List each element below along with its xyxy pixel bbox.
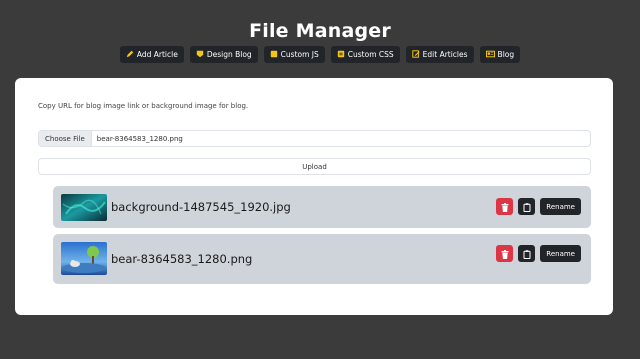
copy-url-button[interactable] bbox=[518, 197, 536, 216]
nav-bar: Add Article Design Blog Custom JS Custom… bbox=[0, 46, 640, 63]
pencil-icon bbox=[126, 50, 134, 60]
trash-icon bbox=[501, 197, 509, 216]
upload-button[interactable]: Upload bbox=[38, 158, 591, 175]
custom-css-label: Custom CSS bbox=[347, 50, 394, 59]
trash-icon bbox=[501, 244, 509, 263]
rename-button[interactable]: Rename bbox=[540, 198, 581, 215]
delete-button[interactable] bbox=[496, 244, 514, 263]
clipboard-icon bbox=[523, 244, 531, 263]
file-manager-card: Copy URL for blog image link or backgrou… bbox=[15, 78, 613, 315]
file-js-icon bbox=[270, 50, 278, 60]
add-article-button[interactable]: Add Article bbox=[119, 46, 184, 63]
custom-css-button[interactable]: Custom CSS bbox=[330, 46, 400, 63]
delete-button[interactable] bbox=[496, 197, 514, 216]
edit-articles-label: Edit Articles bbox=[422, 50, 468, 59]
design-blog-label: Design Blog bbox=[206, 50, 252, 59]
edit-icon bbox=[411, 49, 420, 60]
copy-url-button[interactable] bbox=[518, 244, 536, 263]
rename-button[interactable]: Rename bbox=[540, 245, 581, 262]
file-input[interactable]: Choose File bear-8364583_1280.png bbox=[38, 130, 591, 147]
page-title: File Manager bbox=[249, 20, 391, 42]
custom-js-label: Custom JS bbox=[280, 50, 319, 59]
file-actions: Rename bbox=[496, 245, 581, 262]
shield-icon bbox=[196, 50, 204, 60]
edit-articles-button[interactable]: Edit Articles bbox=[405, 46, 474, 63]
selected-file-name: bear-8364583_1280.png bbox=[96, 134, 183, 143]
file-name[interactable]: background-1487545_1920.jpg bbox=[111, 200, 291, 214]
blog-label: Blog bbox=[497, 50, 515, 59]
blog-button[interactable]: Blog bbox=[479, 46, 521, 63]
file-name[interactable]: bear-8364583_1280.png bbox=[111, 252, 252, 266]
file-item: background-1487545_1920.jpg Rename bbox=[53, 186, 591, 228]
add-article-label: Add Article bbox=[136, 50, 178, 59]
file-thumbnail[interactable] bbox=[61, 194, 107, 221]
clipboard-icon bbox=[523, 197, 531, 216]
newspaper-icon bbox=[485, 50, 495, 60]
file-css-icon bbox=[337, 50, 345, 60]
file-actions: Rename bbox=[496, 198, 581, 215]
upload-hint: Copy URL for blog image link or backgrou… bbox=[38, 102, 249, 110]
custom-js-button[interactable]: Custom JS bbox=[263, 46, 325, 63]
design-blog-button[interactable]: Design Blog bbox=[189, 46, 258, 63]
file-thumbnail[interactable] bbox=[61, 242, 107, 275]
file-item: bear-8364583_1280.png Rename bbox=[53, 234, 591, 284]
choose-file-button[interactable]: Choose File bbox=[39, 131, 92, 146]
